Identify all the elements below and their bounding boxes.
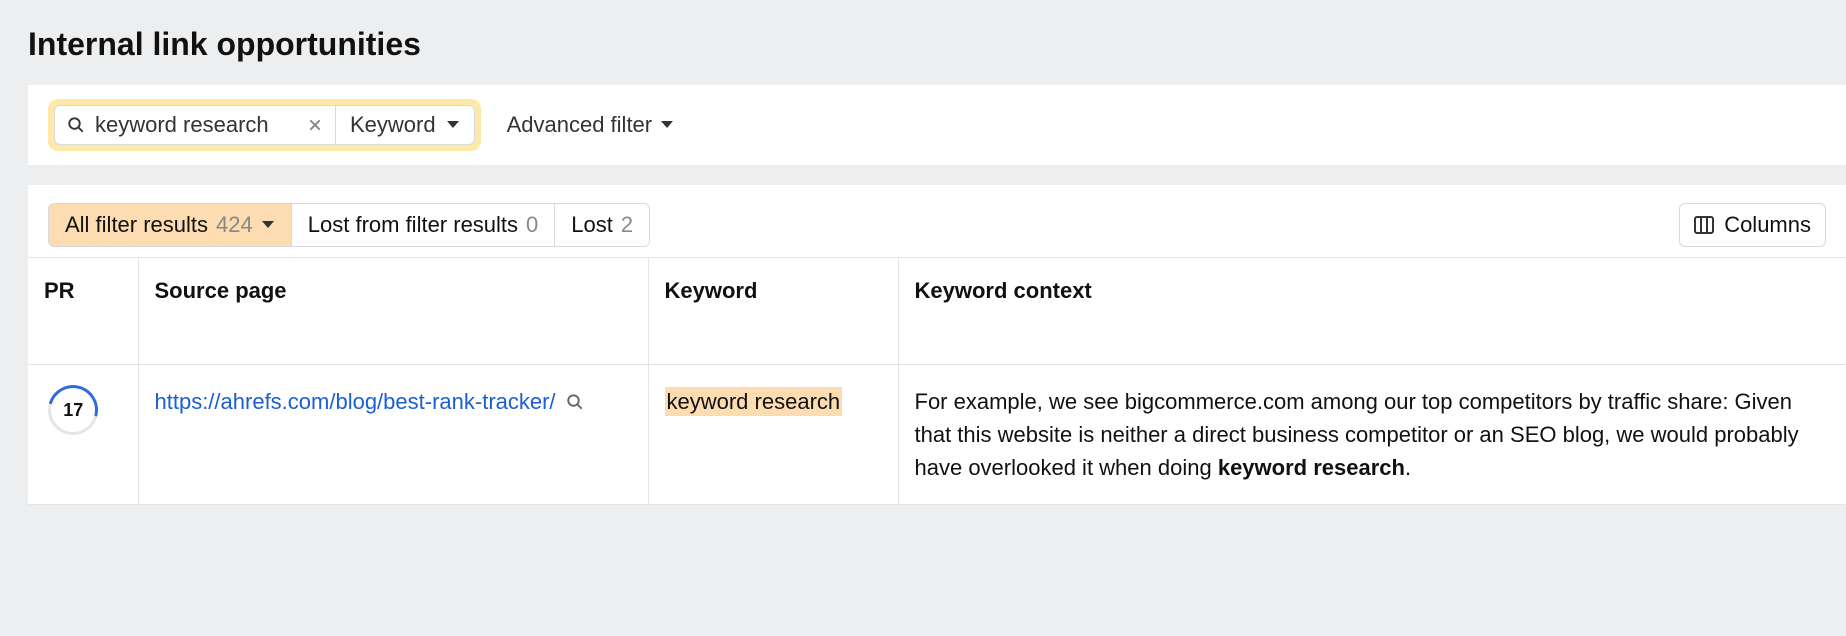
col-keyword[interactable]: Keyword xyxy=(648,258,898,365)
tab-label: Lost xyxy=(571,212,613,238)
tab-count: 0 xyxy=(526,212,538,238)
cell-pr: 17 xyxy=(28,365,138,505)
cell-keyword: keyword research xyxy=(648,365,898,505)
close-icon xyxy=(307,117,323,133)
context-bold: keyword research xyxy=(1218,455,1405,480)
tab-count: 424 xyxy=(216,212,253,238)
col-source[interactable]: Source page xyxy=(138,258,648,365)
col-pr[interactable]: PR xyxy=(28,258,138,365)
filter-bar: Keyword Advanced filter xyxy=(28,85,1846,165)
tab-label: All filter results xyxy=(65,212,208,238)
columns-icon xyxy=(1694,216,1714,234)
col-context[interactable]: Keyword context xyxy=(898,258,1846,365)
search-scope-label: Keyword xyxy=(350,112,436,138)
advanced-filter-dropdown[interactable]: Advanced filter xyxy=(499,106,683,144)
columns-label: Columns xyxy=(1724,212,1811,238)
results-tabs: All filter results 424 Lost from filter … xyxy=(48,203,650,247)
page-title: Internal link opportunities xyxy=(0,0,1846,85)
tab-lost-from-filter[interactable]: Lost from filter results 0 xyxy=(292,204,556,246)
search-highlight-wrap: Keyword xyxy=(48,99,481,151)
columns-button[interactable]: Columns xyxy=(1679,203,1826,247)
filter-panel: Keyword Advanced filter xyxy=(28,85,1846,165)
search-box[interactable] xyxy=(54,105,335,145)
caret-down-icon xyxy=(261,220,275,230)
tab-label: Lost from filter results xyxy=(308,212,518,238)
cell-source: https://ahrefs.com/blog/best-rank-tracke… xyxy=(138,365,648,505)
context-post: . xyxy=(1405,455,1411,480)
table-row: 17 https://ahrefs.com/blog/best-rank-tra… xyxy=(28,365,1846,505)
source-link[interactable]: https://ahrefs.com/blog/best-rank-tracke… xyxy=(155,385,556,418)
tab-count: 2 xyxy=(621,212,633,238)
tab-lost[interactable]: Lost 2 xyxy=(555,204,649,246)
advanced-filter-label: Advanced filter xyxy=(507,112,653,138)
search-scope-dropdown[interactable]: Keyword xyxy=(335,105,475,145)
inspect-button[interactable] xyxy=(566,393,584,411)
results-table: PR Source page Keyword Keyword context 1… xyxy=(28,257,1846,505)
results-bar: All filter results 424 Lost from filter … xyxy=(28,185,1846,257)
caret-down-icon xyxy=(446,120,460,130)
search-input[interactable] xyxy=(95,112,295,138)
clear-search-button[interactable] xyxy=(305,115,325,135)
pr-ring: 17 xyxy=(39,376,107,444)
cell-context: For example, we see bigcommerce.com amon… xyxy=(898,365,1846,505)
results-panel: All filter results 424 Lost from filter … xyxy=(28,185,1846,505)
search-icon xyxy=(67,116,85,134)
tab-all-filter-results[interactable]: All filter results 424 xyxy=(49,204,292,246)
caret-down-icon xyxy=(660,120,674,130)
table-header-row: PR Source page Keyword Keyword context xyxy=(28,258,1846,365)
pr-value: 17 xyxy=(63,397,83,424)
keyword-highlight: keyword research xyxy=(665,387,843,416)
